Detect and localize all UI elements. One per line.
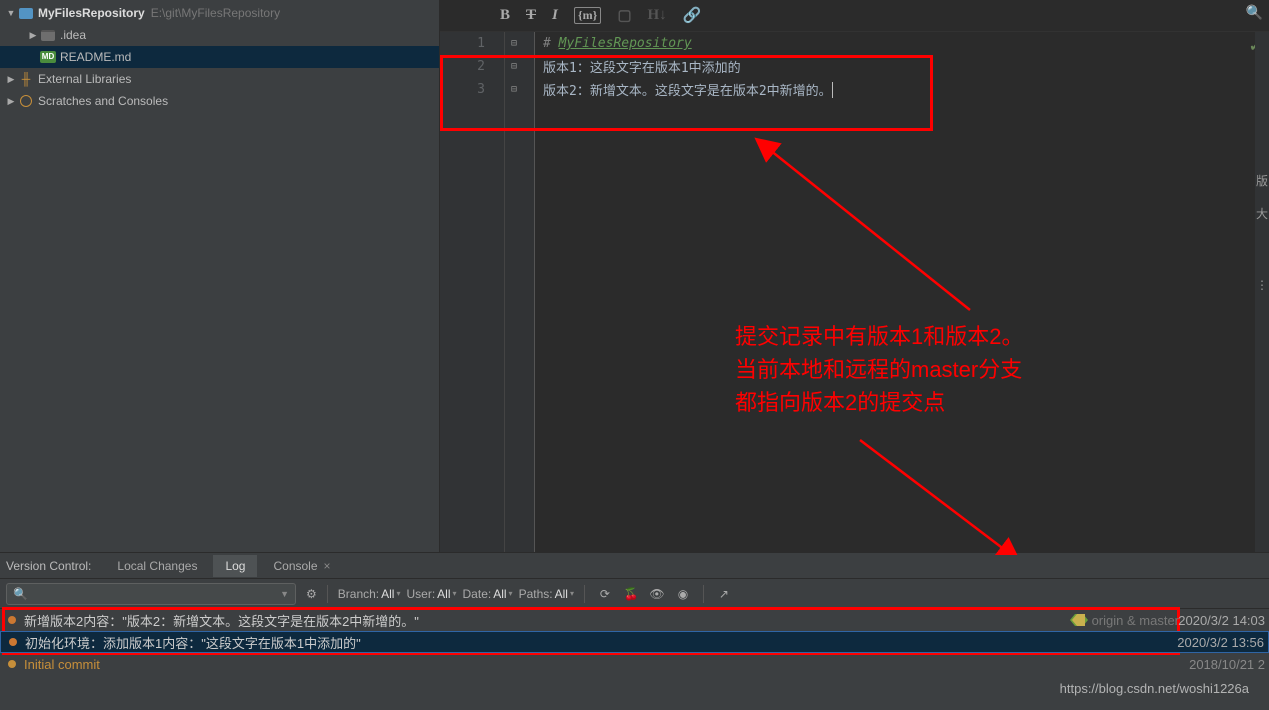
highlight-icon[interactable]: 👁 — [647, 587, 667, 601]
folder-icon — [40, 27, 56, 43]
fold-icon[interactable]: ⊟ — [511, 38, 517, 49]
find-icon[interactable]: 🔍 — [1246, 4, 1263, 21]
line-number: 1 — [440, 36, 505, 51]
code-line[interactable]: 3 ⊟ 版本2：新增文本。这段文字是在版本2中新增的。 — [543, 78, 1269, 101]
chevron-right-icon[interactable]: ▶ — [4, 74, 18, 85]
commit-row[interactable]: Initial commit 2018/10/21 2 — [0, 653, 1269, 675]
project-tree: ▼ MyFilesRepository E:\git\MyFilesReposi… — [0, 0, 440, 552]
vc-tab-bar: Version Control: Local Changes Log Conso… — [0, 553, 1269, 579]
go-to-icon[interactable]: ↗ — [714, 587, 734, 601]
external-libraries-label: External Libraries — [38, 72, 131, 86]
code-area[interactable]: 1 ⊟ # MyFilesRepository 2 ⊟ 版本1：这段文字在版本1… — [440, 32, 1269, 552]
vc-title: Version Control: — [6, 559, 91, 573]
fold-icon[interactable]: ⊟ — [511, 84, 517, 95]
header-button[interactable]: H↓ — [648, 7, 667, 24]
scratches-icon — [18, 93, 34, 109]
editor-pane: B T I {m} ▢ H↓ 🔗 ✔ 1 ⊟ # MyFilesReposito… — [440, 0, 1269, 552]
tab-console[interactable]: Console× — [261, 555, 342, 577]
code-line[interactable]: 2 ⊟ 版本1：这段文字在版本1中添加的 — [543, 55, 1269, 78]
branch-filter[interactable]: Branch: All ▾ — [338, 587, 401, 601]
tab-log[interactable]: Log — [213, 555, 257, 577]
image-button[interactable]: ▢ — [617, 6, 631, 25]
commit-dot-icon — [8, 616, 16, 624]
fold-gutter — [505, 32, 535, 552]
code-line[interactable]: 1 ⊟ # MyFilesRepository — [543, 32, 1269, 55]
tree-item-readme[interactable]: MD README.md — [0, 46, 439, 68]
scratches-row[interactable]: ▶ Scratches and Consoles — [0, 90, 439, 112]
search-icon: 🔍 — [13, 587, 28, 601]
project-path: E:\git\MyFilesRepository — [151, 6, 280, 20]
right-gutter: 版 大 ⋮ — [1255, 32, 1269, 552]
vc-toolbar: 🔍▼ ⚙ Branch: All ▾ User: All ▾ Date: All… — [0, 579, 1269, 609]
markdown-file-icon: MD — [40, 49, 56, 65]
chevron-right-icon[interactable]: ▶ — [4, 96, 18, 107]
chevron-down-icon[interactable]: ▼ — [4, 8, 18, 18]
chevron-right-icon[interactable]: ▶ — [26, 30, 40, 41]
watermark-url: https://blog.csdn.net/woshi1226a — [1060, 681, 1249, 696]
bold-button[interactable]: B — [500, 7, 510, 24]
user-filter[interactable]: User: All ▾ — [406, 587, 456, 601]
chevron-down-icon[interactable]: ▼ — [280, 589, 289, 599]
strikethrough-button[interactable]: T — [526, 7, 536, 24]
line-number: 2 — [440, 59, 505, 74]
markdown-toolbar: B T I {m} ▢ H↓ 🔗 — [440, 0, 1269, 32]
annotation-text: 提交记录中有版本1和版本2。 当前本地和远程的master分支 都指向版本2的提… — [735, 320, 1023, 419]
scratches-label: Scratches and Consoles — [38, 94, 168, 108]
commit-date: 2020/3/2 14:03 — [1178, 613, 1265, 628]
branch-tag[interactable]: origin & master — [1070, 613, 1179, 628]
cherry-pick-icon[interactable]: 🍒 — [621, 587, 641, 601]
commit-date: 2020/3/2 13:56 — [1177, 635, 1264, 650]
commit-dot-icon — [9, 638, 17, 646]
paths-filter[interactable]: Paths: All ▾ — [519, 587, 574, 601]
commit-dot-icon — [8, 660, 16, 668]
tree-label: .idea — [60, 28, 86, 42]
commit-message: Initial commit — [24, 657, 100, 672]
options-icon[interactable]: ◉ — [673, 587, 693, 601]
project-root-row[interactable]: ▼ MyFilesRepository E:\git\MyFilesReposi… — [0, 2, 439, 24]
line-number-gutter — [440, 32, 505, 552]
code-button[interactable]: {m} — [574, 7, 601, 24]
text-cursor — [832, 82, 833, 98]
link-button[interactable]: 🔗 — [683, 6, 702, 25]
commit-row[interactable]: 新增版本2内容："版本2：新增文本。这段文字是在版本2中新增的。" origin… — [0, 609, 1269, 631]
vc-search-input[interactable]: 🔍▼ — [6, 583, 296, 605]
italic-button[interactable]: I — [552, 7, 558, 24]
external-libraries-row[interactable]: ▶ ╫ External Libraries — [0, 68, 439, 90]
project-name: MyFilesRepository — [38, 6, 145, 20]
tag-icon — [1070, 614, 1088, 626]
project-icon — [18, 5, 34, 21]
commit-message: 新增版本2内容："版本2：新增文本。这段文字是在版本2中新增的。" — [24, 611, 419, 630]
line-number: 3 — [440, 82, 505, 97]
commit-date: 2018/10/21 2 — [1189, 657, 1265, 672]
date-filter[interactable]: Date: All ▾ — [463, 587, 513, 601]
refresh-icon[interactable]: ⟳ — [595, 587, 615, 601]
settings-icon[interactable]: ⚙ — [306, 587, 317, 601]
fold-icon[interactable]: ⊟ — [511, 61, 517, 72]
close-icon[interactable]: × — [324, 559, 331, 573]
commit-message: 初始化环境：添加版本1内容："这段文字在版本1中添加的" — [25, 633, 361, 652]
tab-local-changes[interactable]: Local Changes — [105, 555, 209, 577]
tree-item-idea[interactable]: ▶ .idea — [0, 24, 439, 46]
library-icon: ╫ — [18, 71, 34, 87]
commit-row[interactable]: 初始化环境：添加版本1内容："这段文字在版本1中添加的" 2020/3/2 13… — [0, 631, 1269, 653]
tree-label: README.md — [60, 50, 131, 64]
